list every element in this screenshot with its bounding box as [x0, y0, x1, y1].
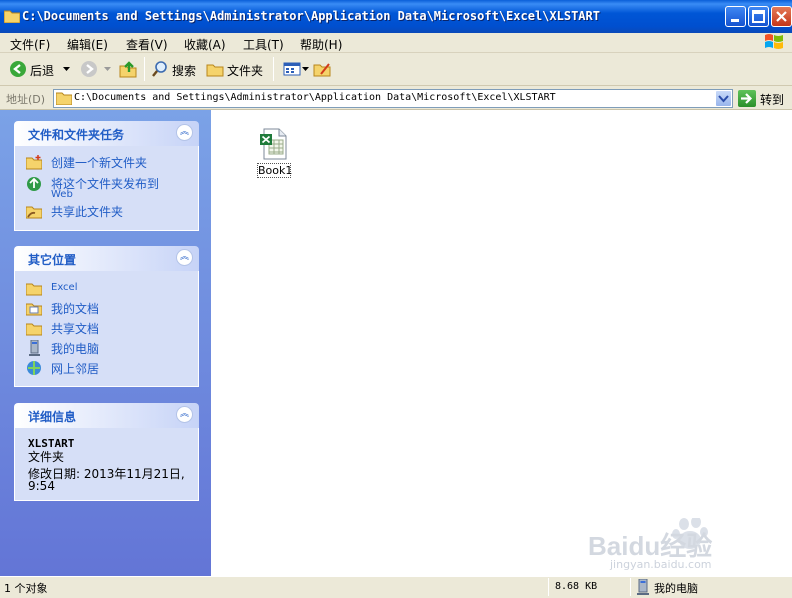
views-dropdown-icon[interactable]: [302, 67, 309, 72]
go-label[interactable]: 转到: [760, 91, 784, 108]
detail-modified-time: 9:54: [28, 479, 55, 493]
task-create-folder[interactable]: 创建一个新文件夹: [51, 154, 147, 171]
folders-button[interactable]: 文件夹: [227, 62, 263, 79]
folder-sync-icon[interactable]: [313, 60, 331, 78]
folder-icon: [4, 10, 20, 23]
watermark-sub: jingyan.baidu.com: [610, 558, 712, 571]
file-name-book1[interactable]: Book1: [257, 163, 292, 178]
detail-type: 文件夹: [28, 450, 65, 464]
place-excel[interactable]: Excel: [51, 282, 78, 293]
collapse-chevron-icon[interactable]: ︽: [176, 124, 193, 141]
menu-bar: [0, 33, 792, 53]
publish-web-icon: [27, 177, 41, 191]
my-documents-icon: [26, 303, 42, 316]
status-location: 我的电脑: [654, 582, 698, 595]
status-separator: [548, 578, 549, 596]
folder-icon: [26, 283, 42, 296]
address-value: C:\Documents and Settings\Administrator\…: [74, 92, 556, 103]
close-button[interactable]: [771, 6, 792, 27]
place-my-documents[interactable]: 我的文档: [51, 300, 99, 317]
chevron-down-icon: [718, 95, 729, 103]
search-button[interactable]: 搜索: [172, 62, 196, 79]
up-folder-icon[interactable]: [119, 60, 137, 78]
forward-arrow-icon[interactable]: [80, 60, 98, 78]
places-panel-title[interactable]: 其它位置: [28, 251, 76, 268]
toolbar-separator: [273, 57, 274, 81]
address-label: 地址(D): [6, 93, 46, 106]
search-icon[interactable]: [151, 60, 169, 78]
close-icon: [776, 11, 787, 22]
forward-dropdown-icon[interactable]: [104, 67, 111, 72]
menu-view[interactable]: 查看(V): [126, 36, 168, 53]
task-publish-folder-web[interactable]: Web: [51, 189, 73, 200]
shared-documents-icon: [26, 323, 42, 336]
address-dropdown-button[interactable]: [715, 90, 732, 107]
maximize-button[interactable]: [748, 6, 769, 27]
baidu-watermark: Baidu经验 jingyan.baidu.com: [580, 516, 760, 578]
status-separator: [630, 578, 631, 596]
go-button[interactable]: [738, 90, 756, 107]
collapse-chevron-icon[interactable]: ︽: [176, 406, 193, 423]
menu-tools[interactable]: 工具(T): [243, 36, 284, 53]
folders-icon[interactable]: [206, 60, 224, 78]
menu-file[interactable]: 文件(F): [10, 36, 50, 53]
minimize-icon: [731, 19, 739, 22]
go-arrow-icon: [741, 93, 753, 104]
network-places-icon: [27, 361, 41, 375]
back-button[interactable]: 后退: [30, 62, 54, 79]
windows-logo-icon: [765, 34, 783, 49]
excel-file-icon[interactable]: [258, 128, 290, 160]
minimize-button[interactable]: [725, 6, 746, 27]
menu-favorites[interactable]: 收藏(A): [184, 36, 226, 53]
file-list-area[interactable]: [211, 110, 792, 576]
views-icon[interactable]: [283, 60, 301, 78]
place-shared-documents[interactable]: 共享文档: [51, 320, 99, 337]
window-title: C:\Documents and Settings\Administrator\…: [22, 9, 600, 23]
status-size: 8.68 KB: [555, 581, 598, 592]
my-computer-icon: [637, 579, 649, 595]
maximize-icon: [752, 10, 765, 23]
new-folder-icon: [26, 155, 42, 170]
details-panel-title[interactable]: 详细信息: [28, 408, 76, 425]
place-network[interactable]: 网上邻居: [51, 360, 99, 377]
menu-edit[interactable]: 编辑(E): [67, 36, 108, 53]
status-object-count: 1 个对象: [4, 582, 48, 595]
back-dropdown-icon[interactable]: [63, 67, 70, 72]
my-computer-icon: [29, 340, 40, 356]
menu-help[interactable]: 帮助(H): [300, 36, 342, 53]
tasks-panel-title[interactable]: 文件和文件夹任务: [28, 126, 124, 143]
collapse-chevron-icon[interactable]: ︽: [176, 249, 193, 266]
task-share-folder[interactable]: 共享此文件夹: [51, 203, 123, 220]
back-arrow-icon[interactable]: [9, 60, 27, 78]
place-my-computer[interactable]: 我的电脑: [51, 340, 99, 357]
folder-icon: [56, 92, 72, 105]
toolbar-separator: [144, 57, 145, 81]
share-folder-icon: [26, 206, 42, 219]
